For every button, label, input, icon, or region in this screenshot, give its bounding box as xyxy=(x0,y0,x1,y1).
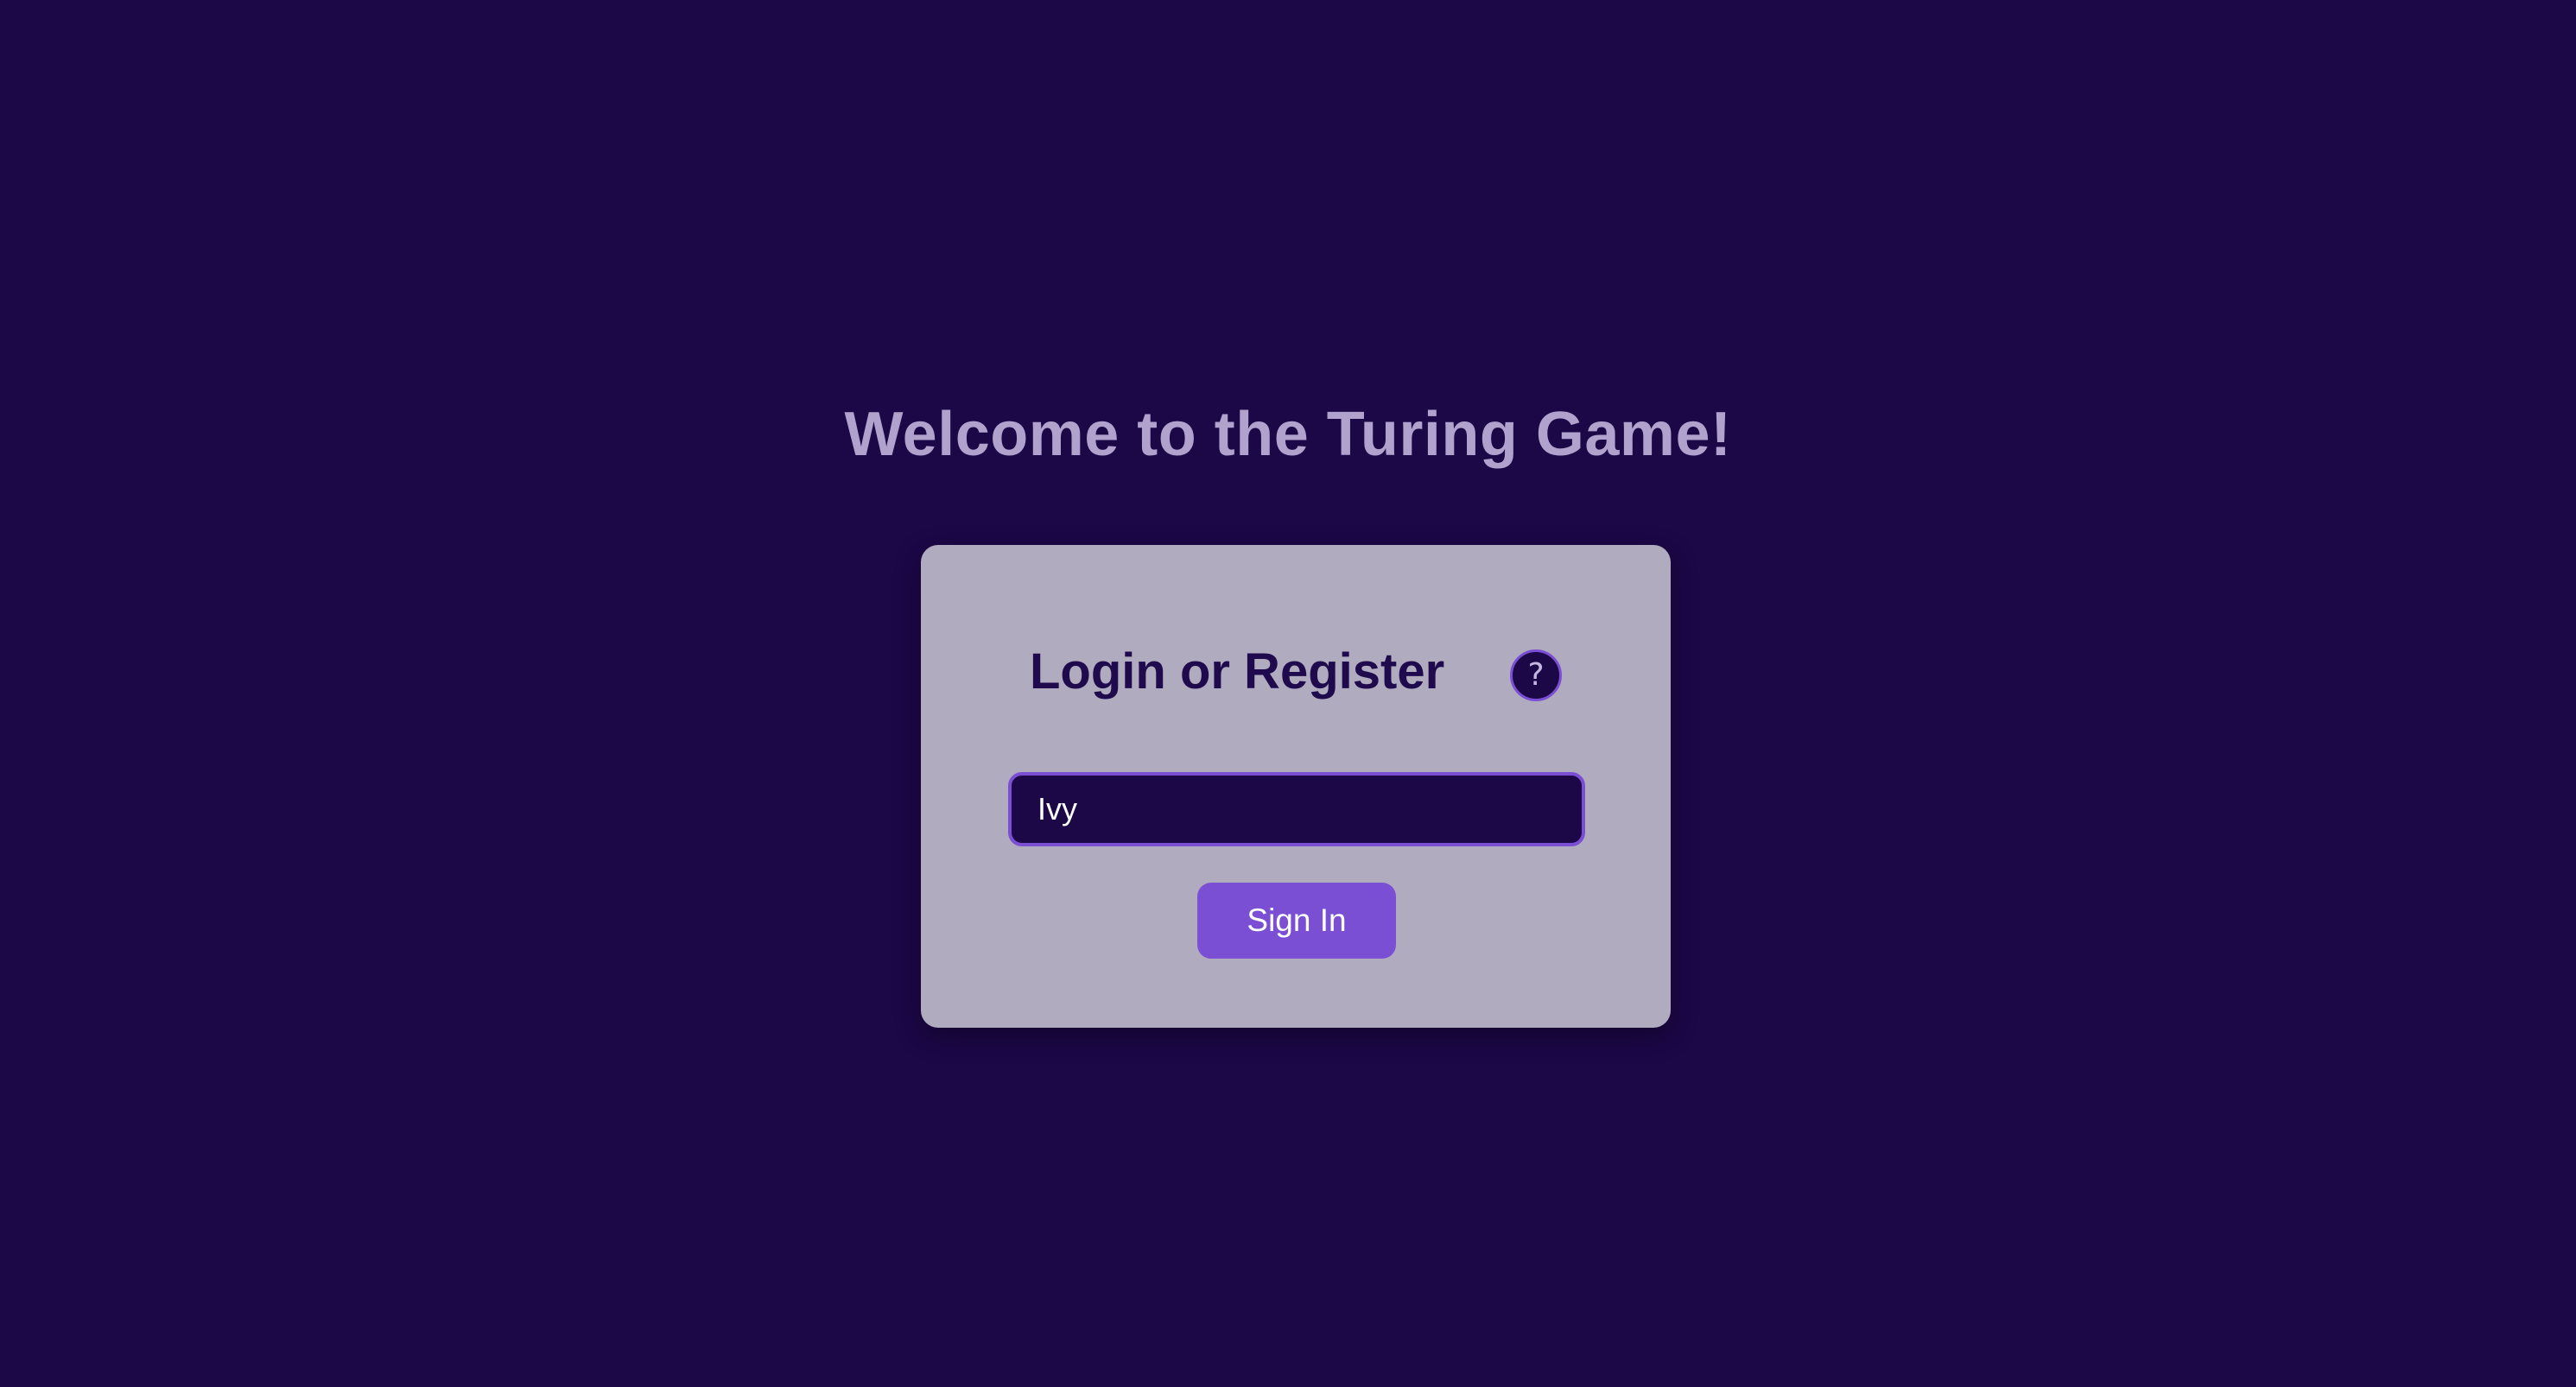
login-page: Welcome to the Turing Game! Login or Reg… xyxy=(0,0,2576,1387)
help-question-icon[interactable]: ? xyxy=(1510,649,1562,701)
login-card: Login or Register ? Sign In xyxy=(921,545,1671,1028)
username-input[interactable] xyxy=(1008,772,1585,846)
login-heading: Login or Register xyxy=(1030,643,1445,700)
sign-in-button[interactable]: Sign In xyxy=(1197,883,1396,959)
page-title: Welcome to the Turing Game! xyxy=(844,400,1732,469)
